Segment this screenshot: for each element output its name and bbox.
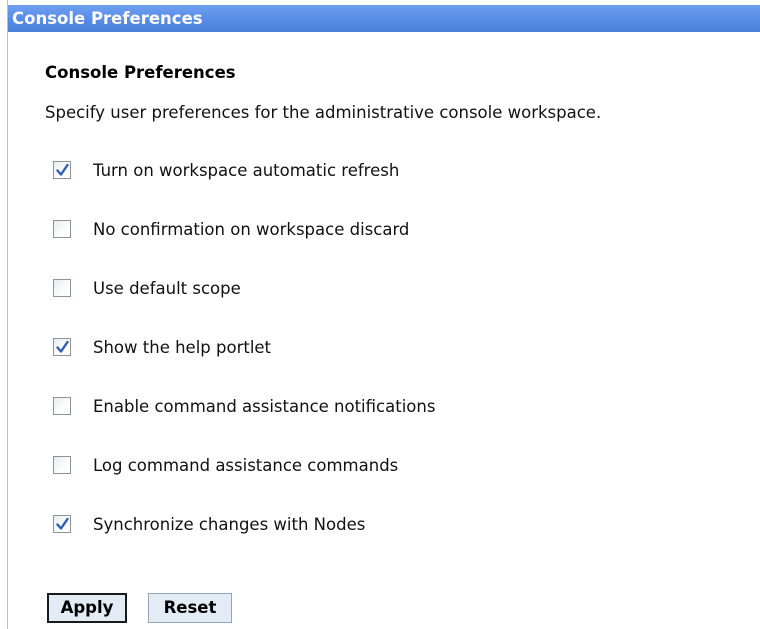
section-heading: Console Preferences <box>45 63 236 82</box>
pref-synchronize-nodes[interactable]: Synchronize changes with Nodes <box>53 512 365 536</box>
synchronize-nodes-checkbox[interactable] <box>53 515 71 533</box>
apply-button[interactable]: Apply <box>47 593 127 623</box>
log-commands-checkbox[interactable] <box>53 456 71 474</box>
pref-log-command-assistance[interactable]: Log command assistance commands <box>53 453 398 477</box>
checkmark-icon <box>56 163 69 176</box>
no-confirmation-label: No confirmation on workspace discard <box>93 219 410 239</box>
pref-workspace-auto-refresh[interactable]: Turn on workspace automatic refresh <box>53 158 399 182</box>
help-portlet-label: Show the help portlet <box>93 337 272 357</box>
section-description: Specify user preferences for the adminis… <box>45 103 602 122</box>
pref-show-help-portlet[interactable]: Show the help portlet <box>53 335 271 359</box>
no-confirmation-checkbox[interactable] <box>53 220 71 238</box>
window-title: Console Preferences <box>12 9 203 28</box>
panel-left-border <box>7 0 8 629</box>
pref-use-default-scope[interactable]: Use default scope <box>53 276 241 300</box>
default-scope-checkbox[interactable] <box>53 279 71 297</box>
log-commands-label: Log command assistance commands <box>93 455 399 475</box>
checkmark-icon <box>56 517 69 530</box>
default-scope-label: Use default scope <box>93 278 241 298</box>
command-notifications-label: Enable command assistance notifications <box>93 396 436 416</box>
help-portlet-checkbox[interactable] <box>53 338 71 356</box>
auto-refresh-label: Turn on workspace automatic refresh <box>93 160 400 180</box>
reset-button[interactable]: Reset <box>148 593 232 623</box>
checkmark-icon <box>56 340 69 353</box>
console-preferences-panel: Console Preferences Console Preferences … <box>0 0 760 629</box>
pref-no-confirmation-discard[interactable]: No confirmation on workspace discard <box>53 217 409 241</box>
window-title-bar: Console Preferences <box>8 5 760 32</box>
pref-command-assistance-notifications[interactable]: Enable command assistance notifications <box>53 394 435 418</box>
synchronize-nodes-label: Synchronize changes with Nodes <box>93 514 366 534</box>
command-notifications-checkbox[interactable] <box>53 397 71 415</box>
auto-refresh-checkbox[interactable] <box>53 161 71 179</box>
